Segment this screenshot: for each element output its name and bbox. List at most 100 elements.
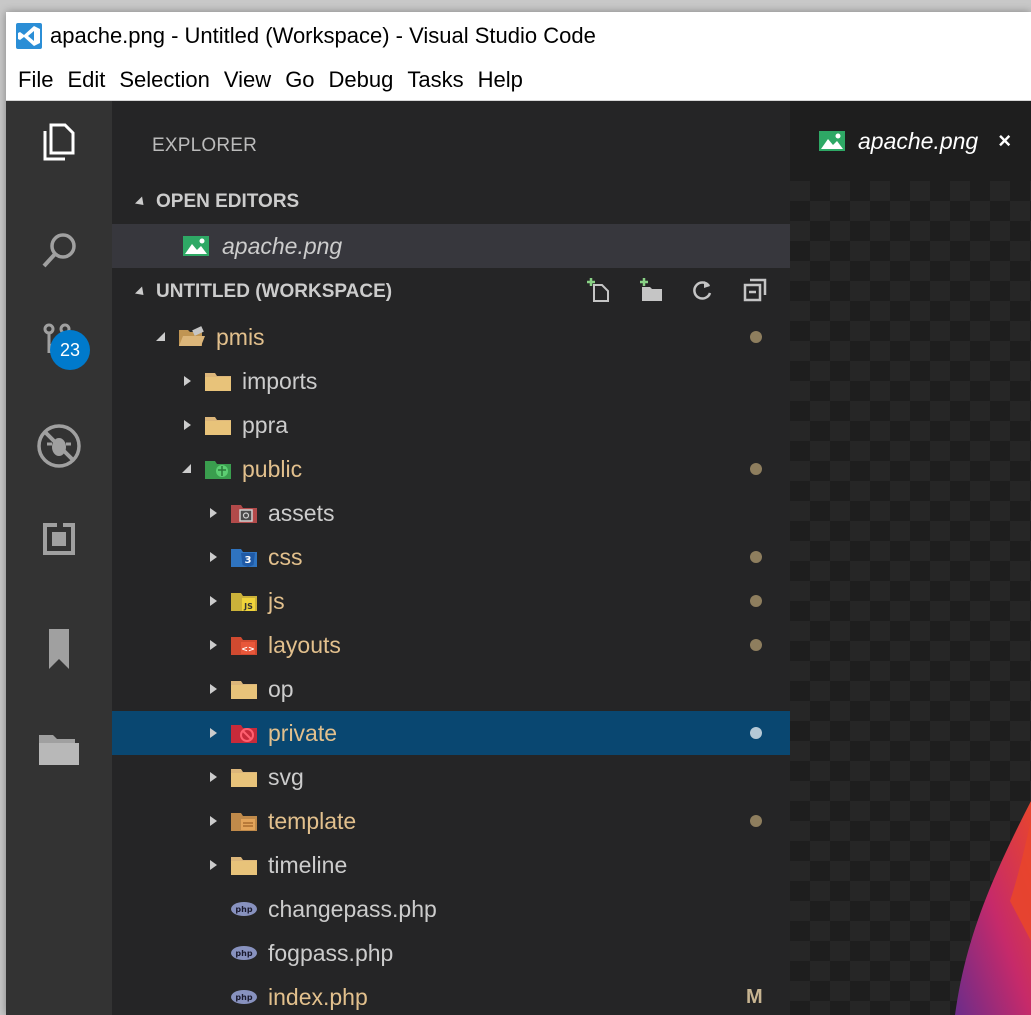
menu-file[interactable]: File [6,67,60,93]
collapse-triangle-icon [134,195,148,209]
modified-dot-icon [750,463,762,475]
folder-js-icon: JS [230,589,258,613]
tree-file-row[interactable]: php fogpass.php [112,931,790,975]
tree-item-label: svg [268,763,304,790]
menu-tasks[interactable]: Tasks [400,67,470,93]
sidebar-title: EXPLORER [152,135,258,156]
tree-folder-row[interactable]: op [112,667,790,711]
image-icon [183,236,209,256]
search-icon [42,233,76,268]
title-bar: apache.png - Untitled (Workspace) - Visu… [6,12,1031,60]
collapsed-chevron-icon[interactable] [204,548,222,566]
activity-explorer[interactable] [6,101,112,181]
svg-text:JS: JS [243,602,253,611]
tree-folder-row[interactable]: <> layouts [112,623,790,667]
tree-item-label: public [242,455,303,482]
tree-item-label: ppra [242,411,289,438]
tree-item-label: changepass.php [268,895,437,922]
tree-item-label: layouts [268,631,341,658]
activity-bar: 23 [6,101,112,1015]
activity-source-control[interactable]: 23 [6,301,112,381]
menu-selection[interactable]: Selection [112,67,217,93]
collapsed-chevron-icon[interactable] [204,856,222,874]
activity-extensions[interactable] [6,499,112,579]
open-editors-label: OPEN EDITORS [156,191,300,212]
expanded-chevron-icon[interactable] [178,460,196,478]
tab-apache-png[interactable]: apache.png × [790,101,1031,181]
menu-view[interactable]: View [217,67,278,93]
workspace-actions [586,277,768,303]
activity-debug[interactable] [6,406,112,486]
folder-icon [230,765,258,789]
tree-folder-row[interactable]: imports [112,359,790,403]
menu-edit[interactable]: Edit [60,67,112,93]
collapsed-chevron-icon[interactable] [178,416,196,434]
activity-bookmarks[interactable] [6,609,112,689]
vscode-window: apache.png - Untitled (Workspace) - Visu… [6,12,1031,1015]
vscode-logo-icon [16,23,42,49]
tree-item-label: index.php [268,983,368,1010]
tree-folder-row[interactable]: svg [112,755,790,799]
debug-icon [37,424,81,468]
tree-folder-row[interactable]: template [112,799,790,843]
modified-dot-icon [750,551,762,563]
expanded-chevron-icon[interactable] [152,328,170,346]
refresh-icon[interactable] [690,277,716,303]
php-file-icon: php [230,985,258,1009]
tree-folder-row[interactable]: 3 css [112,535,790,579]
modified-dot-icon [750,331,762,343]
menu-debug[interactable]: Debug [322,67,401,93]
collapsed-chevron-icon[interactable] [204,812,222,830]
folder-icon [204,369,232,393]
explorer-icon [43,123,75,161]
folder-private-icon [230,721,258,745]
php-file-icon: php [230,941,258,965]
extensions-icon [43,523,75,555]
collapsed-chevron-icon[interactable] [204,724,222,742]
collapse-triangle-icon [134,285,148,299]
tree-file-row[interactable]: php changepass.php [112,887,790,931]
svg-text:<>: <> [241,645,254,654]
tree-folder-row[interactable]: assets [112,491,790,535]
open-editors-header[interactable]: OPEN EDITORS [112,181,790,223]
close-icon[interactable]: × [998,128,1011,154]
folder-layouts-icon: <> [230,633,258,657]
tree-item-label: op [268,675,294,702]
activity-project-manager[interactable] [6,709,112,789]
workspace-label: UNTITLED (WORKSPACE) [156,281,393,302]
open-editor-item[interactable]: apache.png [112,224,790,268]
tree-folder-row[interactable]: private [112,711,790,755]
apache-feather-image [955,801,1031,1015]
collapsed-chevron-icon[interactable] [204,680,222,698]
menu-go[interactable]: Go [278,67,321,93]
tree-folder-row[interactable]: timeline [112,843,790,887]
tree-folder-row[interactable]: ppra [112,403,790,447]
activity-search[interactable] [6,211,112,291]
php-file-icon: php [230,897,258,921]
tree-file-row[interactable]: php index.php M [112,975,790,1015]
new-file-icon[interactable] [586,277,612,303]
tree-item-label: assets [268,499,335,526]
open-editor-label: apache.png [222,232,343,259]
collapse-all-icon[interactable] [742,277,768,303]
menu-help[interactable]: Help [471,67,530,93]
collapsed-chevron-icon[interactable] [204,592,222,610]
collapsed-chevron-icon[interactable] [204,636,222,654]
folder-open-icon [178,325,206,349]
svg-text:php: php [235,905,252,914]
tree-folder-row[interactable]: public [112,447,790,491]
collapsed-chevron-icon[interactable] [204,768,222,786]
explorer-sidebar: EXPLORER OPEN EDITORS apache.png UNTITLE… [112,101,790,1015]
scm-badge: 23 [50,330,90,370]
tree-folder-row[interactable]: pmis [112,315,790,359]
tree-folder-row[interactable]: JS js [112,579,790,623]
image-icon [819,131,845,151]
collapsed-chevron-icon[interactable] [178,372,196,390]
file-tree: pmis imports ppra public assets 3 css JS js <> lay… [112,315,790,1015]
tree-item-label: pmis [216,323,265,350]
tree-item-label: css [268,543,303,570]
collapsed-chevron-icon[interactable] [204,504,222,522]
folder-icon [230,853,258,877]
new-folder-icon[interactable] [638,277,664,303]
